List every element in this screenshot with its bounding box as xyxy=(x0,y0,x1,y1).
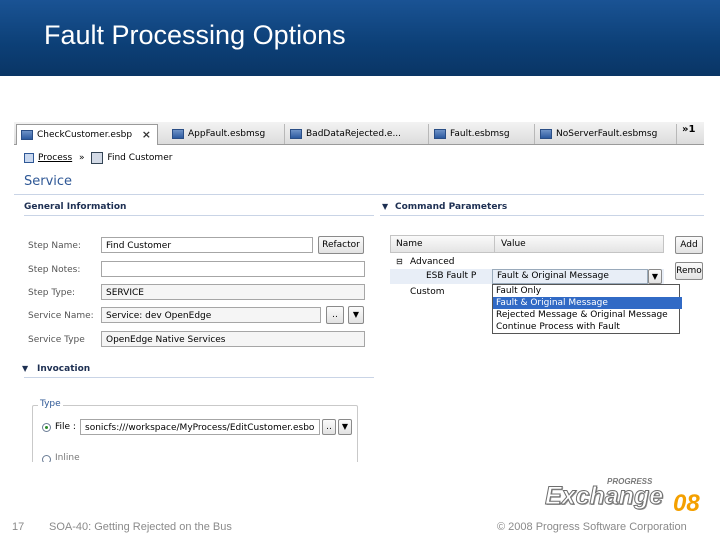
slide-title: Fault Processing Options xyxy=(44,20,346,50)
service-type-label: Service Type xyxy=(28,335,85,345)
breadcrumb-step: Find Customer xyxy=(107,153,173,163)
tab-no-server-fault[interactable]: NoServerFault.esbmsg xyxy=(536,124,677,144)
command-params-divider xyxy=(380,215,704,216)
service-type-field: OpenEdge Native Services xyxy=(101,331,365,347)
step-notes-label: Step Notes: xyxy=(28,265,81,275)
service-menu-dropdown[interactable]: ▼ xyxy=(348,306,364,324)
logo-year: 08 xyxy=(673,490,700,517)
column-value-header[interactable]: Value xyxy=(501,236,526,252)
tree-row-advanced[interactable]: Advanced xyxy=(410,257,454,267)
chevron-down-icon: ▼ xyxy=(352,310,360,319)
page-number: 17 xyxy=(12,521,25,533)
tab-overflow-button[interactable]: »1 xyxy=(682,124,695,135)
option-fault-only[interactable]: Fault Only xyxy=(493,285,682,297)
message-file-icon xyxy=(540,129,552,139)
tab-fault[interactable]: Fault.esbmsg xyxy=(430,124,535,144)
process-icon xyxy=(24,152,34,163)
service-name-field[interactable]: Service: dev OpenEdge xyxy=(101,307,321,323)
column-name-header[interactable]: Name xyxy=(396,236,423,252)
service-section-title: Service xyxy=(24,174,73,189)
refactor-button[interactable]: Refactor xyxy=(318,236,364,254)
step-name-label: Step Name: xyxy=(28,241,81,251)
tab-label: AppFault.esbmsg xyxy=(188,129,266,139)
tab-bad-data-rejected[interactable]: BadDataRejected.e... xyxy=(286,124,429,144)
option-fault-original[interactable]: Fault & Original Message xyxy=(493,297,682,309)
option-continue-with-fault[interactable]: Continue Process with Fault xyxy=(493,321,682,333)
step-type-label: Step Type: xyxy=(28,288,76,298)
step-type-field: SERVICE xyxy=(101,284,365,300)
collapse-arrow-icon[interactable]: ▼ xyxy=(382,202,388,211)
invocation-header[interactable]: Invocation xyxy=(37,362,90,376)
title-separator xyxy=(14,194,704,195)
step-notes-field[interactable] xyxy=(101,261,365,277)
file-label: File : xyxy=(55,422,76,432)
close-icon[interactable]: × xyxy=(142,125,151,145)
process-file-icon xyxy=(21,130,33,140)
step-name-field[interactable]: Find Customer xyxy=(101,237,313,253)
file-radio[interactable] xyxy=(42,423,51,432)
chevron-down-icon: ▼ xyxy=(341,422,349,431)
chevron-down-icon: ▼ xyxy=(651,272,659,281)
tree-row-esb-fault[interactable]: ESB Fault P xyxy=(426,271,494,281)
file-browse-button[interactable]: .. xyxy=(322,419,336,435)
option-rejected-original[interactable]: Rejected Message & Original Message xyxy=(493,309,682,321)
collapse-arrow-icon[interactable]: ▼ xyxy=(22,364,28,373)
message-file-icon xyxy=(434,129,446,139)
tab-label: Fault.esbmsg xyxy=(450,129,510,139)
step-icon xyxy=(91,151,104,164)
params-grid-header xyxy=(390,235,664,253)
service-name-label: Service Name: xyxy=(28,311,94,321)
tab-app-fault[interactable]: AppFault.esbmsg xyxy=(168,124,285,144)
fault-option-combo[interactable]: Fault & Original Message xyxy=(492,269,648,284)
general-info-divider xyxy=(24,215,374,216)
breadcrumb: Process » Find Customer xyxy=(24,150,172,166)
combo-dropdown-button[interactable]: ▼ xyxy=(648,269,662,284)
service-browse-button[interactable]: .. xyxy=(326,306,344,324)
file-menu-dropdown[interactable]: ▼ xyxy=(338,419,352,435)
logo-word: Exchange xyxy=(544,482,664,511)
type-group-label: Type xyxy=(38,399,63,409)
command-params-header[interactable]: Command Parameters xyxy=(395,200,507,214)
collapse-tree-icon[interactable]: ⊟ xyxy=(396,257,403,266)
tab-label: BadDataRejected.e... xyxy=(306,129,402,139)
footer-copyright: © 2008 Progress Software Corporation xyxy=(497,521,687,533)
message-file-icon xyxy=(172,129,184,139)
tab-label: NoServerFault.esbmsg xyxy=(556,129,658,139)
progress-exchange-logo: PROGRESS Exchange 08 xyxy=(544,476,705,522)
message-file-icon xyxy=(290,129,302,139)
general-info-header[interactable]: General Information xyxy=(24,200,126,214)
tab-label: CheckCustomer.esbp xyxy=(37,130,133,140)
column-divider xyxy=(494,236,495,252)
editor-screenshot: CheckCustomer.esbp × AppFault.esbmsg Bad… xyxy=(14,122,704,462)
footer-subtitle: SOA-40: Getting Rejected on the Bus xyxy=(49,521,232,533)
breadcrumb-process-link[interactable]: Process xyxy=(38,153,72,163)
remove-button[interactable]: Remo xyxy=(675,262,703,280)
tree-row-custom[interactable]: Custom xyxy=(410,287,444,297)
breadcrumb-separator: » xyxy=(79,153,85,163)
add-button[interactable]: Add xyxy=(675,236,703,254)
invocation-divider xyxy=(24,377,374,378)
tab-check-customer[interactable]: CheckCustomer.esbp × xyxy=(16,124,158,145)
file-path-field[interactable]: sonicfs:///workspace/MyProcess/EditCusto… xyxy=(80,419,320,435)
inline-label: Inline xyxy=(55,453,80,462)
inline-radio[interactable] xyxy=(42,455,51,462)
